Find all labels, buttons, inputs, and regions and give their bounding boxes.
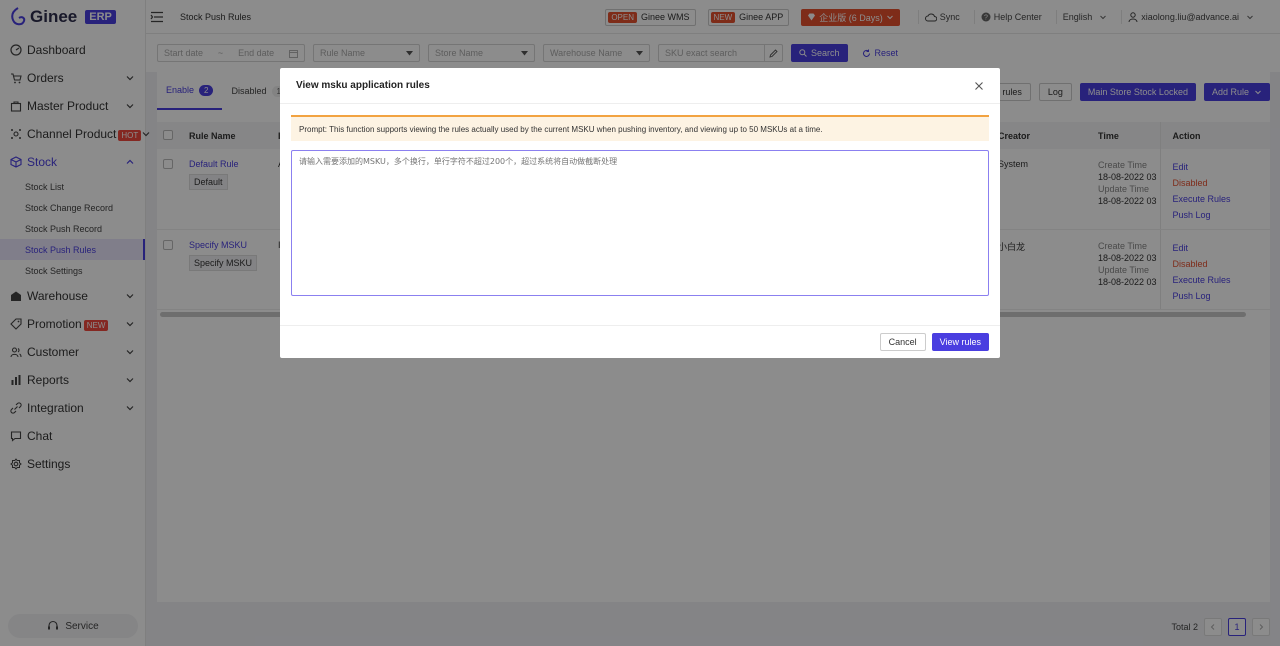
prompt-banner: Prompt: This function supports viewing t… xyxy=(291,115,989,141)
dialog-header: View msku application rules xyxy=(280,68,1000,104)
close-icon[interactable] xyxy=(974,81,984,91)
msku-input[interactable] xyxy=(291,150,989,296)
view-msku-rules-dialog: View msku application rules Prompt: This… xyxy=(280,68,1000,358)
dialog-footer: Cancel View rules xyxy=(280,325,1000,358)
view-rules-button[interactable]: View rules xyxy=(931,333,989,351)
cancel-button[interactable]: Cancel xyxy=(879,333,926,351)
dialog-title: View msku application rules xyxy=(296,80,430,91)
